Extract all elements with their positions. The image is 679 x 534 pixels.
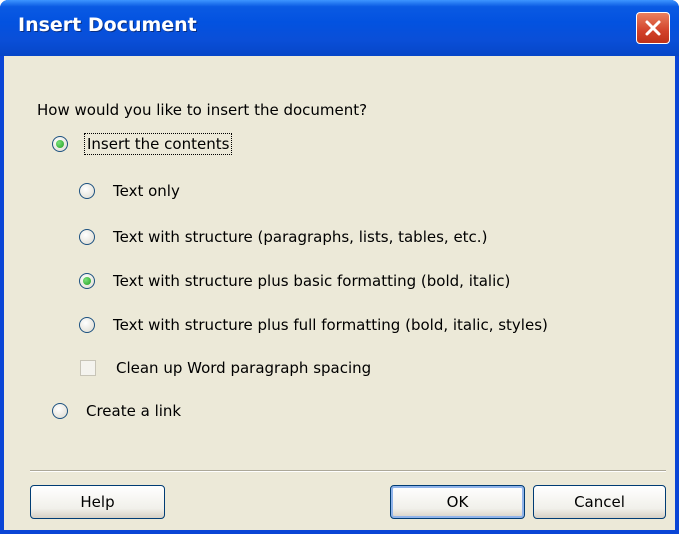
text-with-structure-label[interactable]: Text with structure (paragraphs, lists, …	[113, 228, 487, 246]
dialog-body: How would you like to insert the documen…	[0, 56, 679, 530]
text-with-structure-option[interactable]: Text with structure (paragraphs, lists, …	[79, 228, 487, 246]
structure-full-formatting-option[interactable]: Text with structure plus full formatting…	[79, 316, 548, 334]
dialog-title: Insert Document	[18, 14, 197, 36]
text-with-structure-radio[interactable]	[79, 229, 95, 245]
insert-document-dialog: Insert Document How would you like to in…	[0, 0, 679, 534]
create-link-option[interactable]: Create a link	[52, 402, 181, 420]
structure-full-formatting-radio[interactable]	[79, 317, 95, 333]
close-icon	[645, 20, 661, 36]
title-bar[interactable]: Insert Document	[0, 0, 679, 56]
structure-basic-formatting-option[interactable]: Text with structure plus basic formattin…	[79, 272, 510, 290]
clean-up-spacing-checkbox[interactable]	[80, 360, 96, 376]
text-only-radio[interactable]	[79, 183, 95, 199]
clean-up-spacing-label[interactable]: Clean up Word paragraph spacing	[116, 359, 371, 377]
insert-contents-label[interactable]: Insert the contents	[83, 133, 233, 155]
clean-up-spacing-option[interactable]: Clean up Word paragraph spacing	[80, 359, 371, 377]
insert-contents-option[interactable]: Insert the contents	[52, 133, 233, 155]
button-separator	[30, 470, 666, 472]
close-button[interactable]	[636, 12, 670, 44]
structure-basic-formatting-radio[interactable]	[79, 273, 95, 289]
structure-full-formatting-label[interactable]: Text with structure plus full formatting…	[113, 316, 548, 334]
create-link-radio[interactable]	[52, 403, 68, 419]
prompt-text: How would you like to insert the documen…	[37, 101, 368, 119]
create-link-label[interactable]: Create a link	[86, 402, 181, 420]
insert-contents-radio[interactable]	[52, 136, 68, 152]
cancel-button[interactable]: Cancel	[533, 485, 666, 519]
text-only-option[interactable]: Text only	[79, 182, 180, 200]
ok-button[interactable]: OK	[390, 485, 525, 519]
text-only-label[interactable]: Text only	[113, 182, 180, 200]
structure-basic-formatting-label[interactable]: Text with structure plus basic formattin…	[113, 272, 510, 290]
help-button[interactable]: Help	[30, 485, 165, 519]
